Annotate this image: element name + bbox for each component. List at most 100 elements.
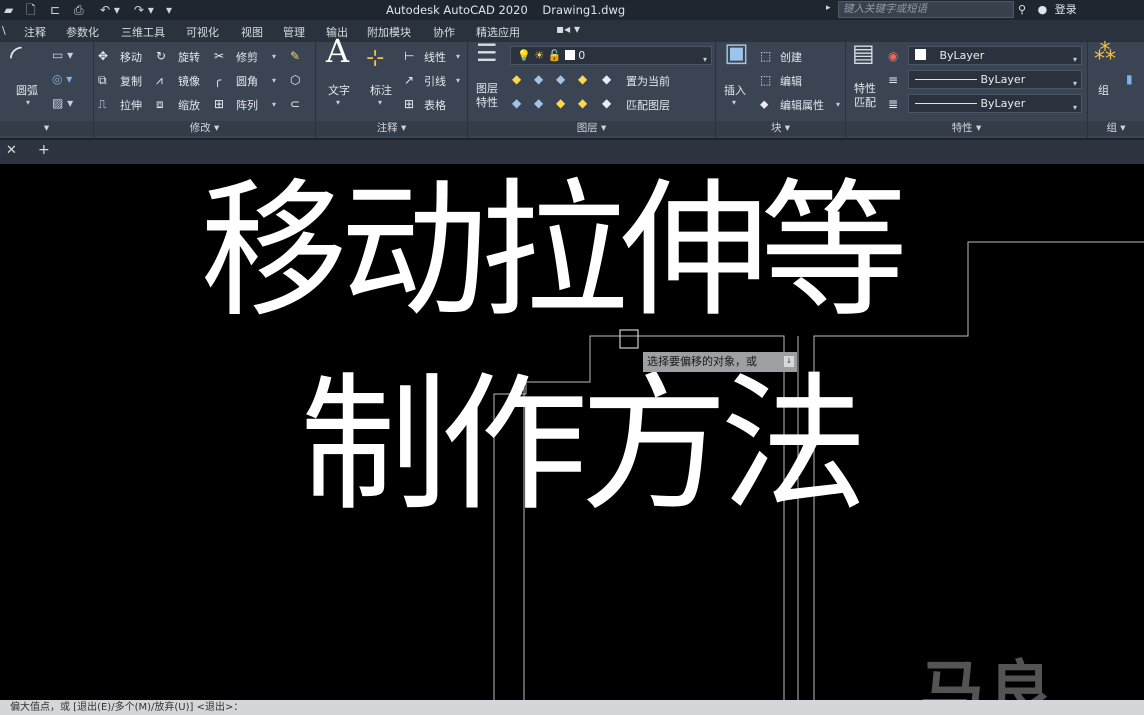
color-wheel-icon[interactable]: ◉ (888, 49, 898, 63)
command-line[interactable]: 偏大值点，或 [退出(E)/多个(M)/放弃(U)] <退出>： (0, 700, 1144, 715)
hatch-icon[interactable]: ◎ ▾ (52, 72, 72, 86)
linetype-icon[interactable]: ≡ (888, 73, 898, 87)
open-file-icon[interactable]: ⊏ (50, 2, 60, 18)
close-tab-icon[interactable]: ✕ (6, 143, 17, 158)
undo-icon[interactable]: ↶ ▾ (100, 2, 120, 18)
tab-addins[interactable]: 附加模块 (367, 24, 411, 40)
groups-panel-label[interactable]: 组 ▾ (1088, 121, 1144, 136)
annotation-panel-label[interactable]: 注释 ▾ (316, 121, 467, 136)
leader-icon[interactable]: ↗ (404, 73, 414, 87)
match-properties-button[interactable]: 特性 匹配 (854, 82, 876, 110)
tab-collaborate[interactable]: 协作 (433, 24, 455, 40)
rotate-icon[interactable]: ↻ (156, 49, 166, 63)
table-icon[interactable]: ⊞ (404, 97, 414, 111)
fillet-icon[interactable]: ╭ (214, 73, 221, 87)
mirror-button[interactable]: 镜像 (178, 73, 200, 89)
layer-isolate-icon[interactable]: ◆ (534, 72, 543, 86)
scale-icon[interactable]: ⧈ (156, 97, 164, 111)
edit-attributes-dropdown-icon[interactable]: ▾ (836, 100, 840, 109)
lineweight-icon[interactable]: ≣ (888, 97, 898, 111)
new-tab-icon[interactable]: + (38, 142, 50, 158)
tab-partial-home[interactable]: \ (2, 24, 6, 37)
trim-button[interactable]: 修剪 (236, 49, 258, 65)
tab-3d-tools[interactable]: 三维工具 (121, 24, 165, 40)
layer-thaw-icon[interactable]: ◆ (556, 96, 565, 110)
scale-button[interactable]: 缩放 (178, 97, 200, 113)
mirror-icon[interactable]: ⩘ (156, 73, 163, 87)
leader-button[interactable]: 引线 (424, 73, 446, 89)
login-link[interactable]: 登录 (1055, 3, 1077, 16)
draw-panel-label[interactable]: ▾ (0, 121, 93, 136)
copy-icon[interactable]: ⧉ (98, 73, 107, 87)
gradient-icon[interactable]: ▨ ▾ (52, 96, 73, 110)
video-camera-icon[interactable]: ▪◂ ▾ (556, 22, 580, 36)
match-layer-button[interactable]: 匹配图层 (626, 97, 670, 113)
group-edit-icon[interactable]: ▮ (1126, 72, 1133, 86)
erase-icon[interactable]: ✎ (290, 49, 300, 63)
insert-button[interactable]: 插入 (724, 82, 746, 98)
search-input[interactable]: 键入关键字或短语 (838, 1, 1014, 18)
layer-properties-button[interactable]: 图层 特性 (476, 82, 498, 110)
tab-featured-apps[interactable]: 精选应用 (476, 24, 520, 40)
layer-off-icon[interactable]: ◆ (512, 72, 521, 86)
text-dropdown-icon[interactable]: ▾ (336, 98, 340, 107)
layer-dropdown[interactable]: 💡 ☀ 🔓 0 ▾ (510, 46, 712, 65)
properties-panel-label[interactable]: 特性 ▾ (846, 121, 1087, 136)
rotate-button[interactable]: 旋转 (178, 49, 200, 65)
array-icon[interactable]: ⊞ (214, 97, 224, 111)
make-current-icon[interactable]: ◆ (602, 72, 611, 86)
fillet-dropdown-icon[interactable]: ▾ (272, 76, 276, 85)
text-icon[interactable]: A (326, 35, 349, 67)
app-menu-icon[interactable]: ▰ (4, 2, 13, 18)
explode-icon[interactable]: ⬡ (290, 73, 300, 87)
layer-unlock-icon[interactable]: ◆ (578, 96, 587, 110)
edit-attributes-button[interactable]: 编辑属性 (780, 97, 824, 113)
stretch-button[interactable]: 拉伸 (120, 97, 142, 113)
edit-block-icon[interactable]: ⬚ (760, 73, 771, 87)
customize-quick-access-icon[interactable]: ▾ (166, 2, 172, 18)
insert-block-icon[interactable]: ▣ (724, 40, 749, 66)
layer-freeze-icon[interactable]: ◆ (556, 72, 565, 86)
search-expand-icon[interactable]: ▸ (826, 3, 831, 13)
arc-dropdown-icon[interactable]: ▾ (26, 98, 30, 107)
tab-manage[interactable]: 管理 (283, 24, 305, 40)
fillet-button[interactable]: 圆角 (236, 73, 258, 89)
layer-lock-icon[interactable]: ◆ (578, 72, 587, 86)
create-block-button[interactable]: 创建 (780, 49, 802, 65)
rectangle-icon[interactable]: ▭ ▾ (52, 48, 73, 62)
make-current-button[interactable]: 置为当前 (626, 73, 670, 89)
layer-unisolate-icon[interactable]: ◆ (534, 96, 543, 110)
layer-properties-icon[interactable]: ☰ (476, 41, 498, 65)
arc-icon[interactable]: ◜ (10, 42, 22, 72)
dimension-button[interactable]: 标注 (370, 82, 392, 98)
move-button[interactable]: 移动 (120, 49, 142, 65)
linear-dropdown-icon[interactable]: ▾ (456, 52, 460, 61)
trim-dropdown-icon[interactable]: ▾ (272, 52, 276, 61)
copy-button[interactable]: 复制 (120, 73, 142, 89)
insert-dropdown-icon[interactable]: ▾ (732, 98, 736, 107)
login-area[interactable]: ⚲ ● 登录 (1018, 2, 1077, 18)
new-file-icon[interactable]: 🗋 (26, 2, 36, 18)
linear-dimension-icon[interactable]: ⊢ (404, 49, 414, 63)
block-panel-label[interactable]: 块 ▾ (716, 121, 845, 136)
tab-view[interactable]: 视图 (241, 24, 263, 40)
layer-on-icon[interactable]: ◆ (512, 96, 521, 110)
stretch-icon[interactable]: ⎍ (98, 97, 106, 111)
dimension-dropdown-icon[interactable]: ▾ (378, 98, 382, 107)
layers-panel-label[interactable]: 图层 ▾ (468, 121, 715, 136)
group-button[interactable]: 组 (1098, 82, 1109, 98)
match-properties-icon[interactable]: ▤ (852, 41, 875, 65)
color-dropdown[interactable]: ByLayer ▾ (908, 46, 1082, 65)
binoculars-icon[interactable]: ⚲ (1018, 3, 1026, 16)
array-button[interactable]: 阵列 (236, 97, 258, 113)
tooltip-pin-icon[interactable]: ↓ (784, 356, 794, 367)
modify-panel-label[interactable]: 修改 ▾ (94, 121, 315, 136)
redo-icon[interactable]: ↷ ▾ (134, 2, 154, 18)
edit-attributes-icon[interactable]: ⬥ (760, 97, 768, 111)
tab-annotate[interactable]: 注释 (24, 24, 46, 40)
group-icon[interactable]: ⁂ (1094, 42, 1116, 64)
linetype-dropdown[interactable]: ByLayer ▾ (908, 70, 1082, 89)
arc-button-label[interactable]: 圆弧 (16, 82, 38, 98)
array-dropdown-icon[interactable]: ▾ (272, 100, 276, 109)
linear-button[interactable]: 线性 (424, 49, 446, 65)
